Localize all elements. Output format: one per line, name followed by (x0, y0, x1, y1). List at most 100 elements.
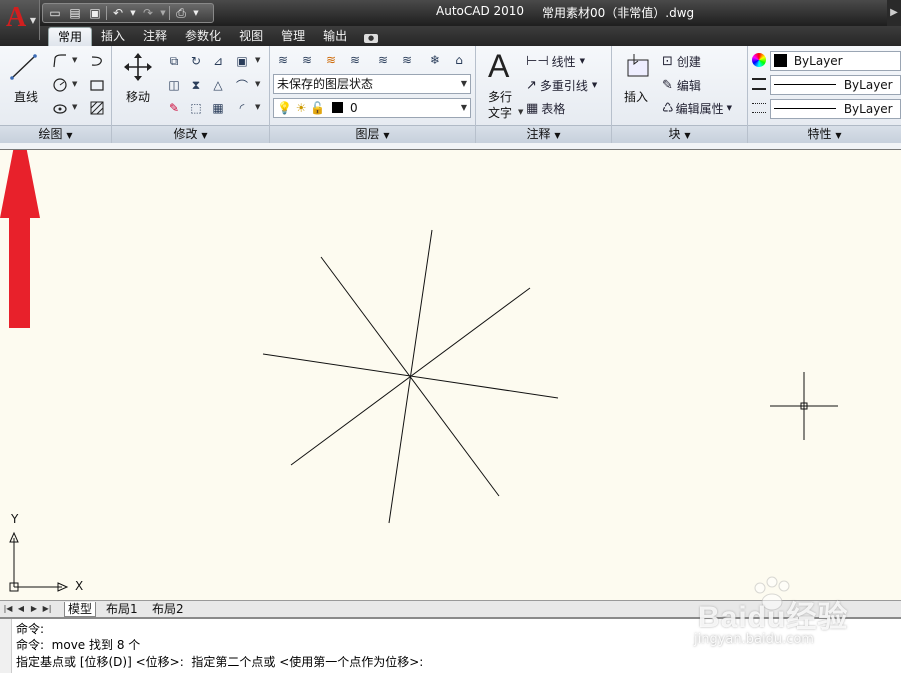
layer-freeze-icon: ❄ (429, 53, 441, 67)
command-history-line: 命令: move 找到 8 个 (16, 638, 141, 652)
command-scrollbar[interactable] (0, 619, 12, 673)
rectangle-button[interactable] (87, 75, 107, 95)
chevron-down-icon[interactable]: ▼ (72, 103, 77, 111)
mirror2-button[interactable]: △ (208, 75, 228, 95)
color-dropdown[interactable]: ByLayer (770, 51, 901, 71)
layer-state-dropdown[interactable]: 未保存的图层状态 ▼ (273, 74, 471, 94)
arc-button[interactable] (50, 98, 70, 118)
layer-isolate-button[interactable]: ≋ (321, 50, 341, 70)
create-block-button[interactable]: ⊡ 创建 (662, 51, 742, 71)
panel-title-modify[interactable]: 修改 ▼ (112, 125, 269, 143)
edit-attributes-button[interactable]: ♺ 编辑属性 ▼ (662, 98, 748, 118)
line-button[interactable]: 直线 (4, 48, 44, 106)
layer-lock-icon: ⌂ (455, 53, 463, 67)
linear-dimension-button[interactable]: ⊢⊣ 线性 ▼ (526, 51, 606, 71)
tab-parametric[interactable]: 参数化 (176, 27, 230, 46)
color-swatch (774, 54, 787, 67)
ribbon-divider (0, 143, 901, 150)
hatch-button[interactable] (87, 98, 107, 118)
fillet-button[interactable]: ⌒ (232, 75, 252, 95)
layer-freeze-button[interactable]: ❄ (425, 50, 445, 70)
last-layout-icon[interactable]: ▶| (42, 603, 52, 615)
multiline-text-button[interactable]: A 多行 文字 ▼ (480, 48, 524, 122)
command-prompt-line[interactable]: 指定基点或 [位移(D)] <位移>: 指定第二个点或 <使用第一个点作为位移>… (16, 655, 423, 669)
ribbon-minimize-button[interactable]: ● (356, 27, 386, 46)
offset-button[interactable]: ▣ (232, 51, 252, 71)
panel-title-text: 注释 (526, 127, 551, 141)
panel-title-properties[interactable]: 特性 ▼ (748, 125, 901, 143)
first-layout-icon[interactable]: |◀ (3, 603, 13, 615)
new-file-icon[interactable]: ▭ (46, 5, 64, 21)
edit-block-button[interactable]: ✎ 编辑 (662, 75, 742, 95)
circle-button[interactable] (50, 75, 70, 95)
layer-unisolate-button[interactable]: ≋ (345, 50, 365, 70)
copy-button[interactable]: ⧉ (164, 51, 184, 71)
offset-icon: ▣ (236, 54, 248, 68)
layer-dropdown[interactable]: 💡 ☀ 🔓 0 ▼ (273, 98, 471, 118)
layer-state-value: 未保存的图层状态 (277, 77, 374, 91)
table-button[interactable]: ▦ 表格 (526, 98, 606, 118)
drawing-canvas[interactable]: Y X (0, 150, 901, 600)
tab-home[interactable]: 常用 (48, 27, 93, 46)
open-folder-icon[interactable]: ▤ (66, 5, 84, 21)
layer-state-button[interactable]: ≋ (297, 50, 317, 70)
tab-insert[interactable]: 插入 (92, 27, 134, 46)
tab-model[interactable]: 模型 (64, 602, 97, 617)
rotate-button[interactable] (87, 51, 107, 71)
application-menu-button[interactable]: A ▼ (0, 0, 40, 40)
polyline-button[interactable] (50, 51, 70, 71)
insert-block-button[interactable]: 插入 (618, 48, 660, 108)
linetype-dropdown[interactable]: ByLayer (770, 75, 901, 95)
edit-attributes-label: 编辑属性 (675, 101, 724, 116)
redo-icon[interactable]: ↷ (139, 5, 157, 21)
tab-layout2[interactable]: 布局2 (149, 602, 187, 617)
panel-title-annotation[interactable]: 注释 ▼ (476, 125, 611, 143)
qat-dropdown-icon[interactable]: ▼ (192, 5, 200, 21)
array-button[interactable]: ▦ (208, 98, 228, 118)
mirror-button[interactable]: ⧗ (186, 75, 206, 95)
panel-layers: ≋ ≋ ≋ ≋ ≋ ≋ ❄ ⌂ 未保存的图层状态 ▼ 💡 ☀ 🔓 0 ▼ 图层 … (270, 46, 476, 143)
window-control-icon[interactable]: ▶ (887, 0, 901, 26)
tab-layout1[interactable]: 布局1 (103, 602, 141, 617)
panel-title-layers[interactable]: 图层 ▼ (270, 125, 475, 143)
chevron-down-icon: ▼ (460, 79, 467, 88)
panel-title-block[interactable]: 块 ▼ (612, 125, 747, 143)
tab-manage[interactable]: 管理 (272, 27, 314, 46)
undo-icon[interactable]: ↶ (109, 5, 127, 21)
tab-output[interactable]: 输出 (314, 27, 356, 46)
redo-dropdown-icon[interactable]: ▼ (159, 5, 167, 21)
prev-layout-icon[interactable]: ◀ (16, 603, 26, 615)
trim-button[interactable]: ⊿ (208, 51, 228, 71)
create-label: 创建 (676, 54, 701, 69)
drawn-line[interactable] (262, 353, 559, 399)
layer-match-button[interactable]: ≋ (373, 50, 393, 70)
star-line-group[interactable] (262, 229, 559, 524)
layer-previous-icon: ≋ (401, 53, 413, 67)
next-layout-icon[interactable]: ▶ (29, 603, 39, 615)
erase-button[interactable]: ✎ (164, 98, 184, 118)
move-button[interactable]: 移动 (114, 48, 162, 106)
panel-title-draw[interactable]: 绘图 ▼ (0, 125, 111, 143)
multileader-button[interactable]: ↗ 多重引线 ▼ (526, 75, 610, 95)
tab-annotate[interactable]: 注释 (134, 27, 176, 46)
tab-view[interactable]: 视图 (230, 27, 272, 46)
chevron-down-icon[interactable]: ▼ (72, 80, 77, 88)
layer-previous-button[interactable]: ≋ (397, 50, 417, 70)
stretch-button[interactable]: ◫ (164, 75, 184, 95)
plot-icon[interactable]: ⎙ (172, 5, 190, 21)
rotate-tool-button[interactable]: ↻ (186, 51, 206, 71)
save-icon[interactable]: ▣ (86, 5, 104, 21)
panel-draw: 直线 ▼ ▼ ▼ 绘图 ▼ (0, 46, 112, 143)
color-wheel-icon[interactable] (752, 53, 766, 67)
undo-dropdown-icon[interactable]: ▼ (129, 5, 137, 21)
layer-lock-button[interactable]: ⌂ (449, 50, 469, 70)
mtext-label-2: 文字 (488, 106, 513, 120)
layer-properties-button[interactable]: ≋ (273, 50, 293, 70)
chevron-down-icon[interactable]: ▼ (255, 80, 260, 88)
lineweight-dropdown[interactable]: ByLayer (770, 99, 901, 119)
chevron-down-icon[interactable]: ▼ (255, 103, 260, 111)
explode-button[interactable]: ◜ (232, 98, 252, 118)
chevron-down-icon[interactable]: ▼ (72, 56, 77, 64)
chevron-down-icon[interactable]: ▼ (255, 56, 260, 64)
scale-button[interactable]: ⬚ (186, 98, 206, 118)
